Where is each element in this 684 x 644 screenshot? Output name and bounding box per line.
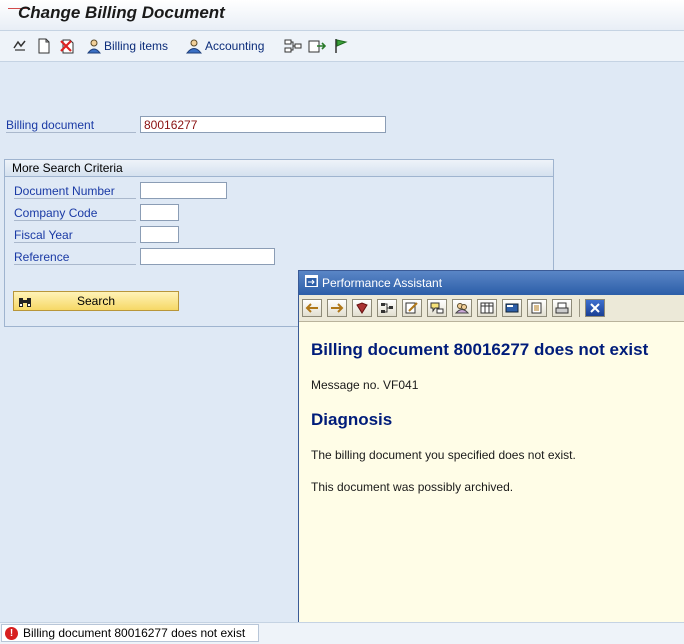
close-icon[interactable] [585, 299, 605, 317]
diagnosis-text-2: This document was possibly archived. [311, 480, 514, 494]
reference-input[interactable] [140, 248, 275, 265]
users-icon[interactable] [452, 299, 472, 317]
status-bar: ! Billing document 80016277 does not exi… [0, 622, 684, 644]
page-title: Change Billing Document [18, 3, 225, 22]
accounting-label: Accounting [205, 39, 265, 53]
toolbar-separator [579, 299, 580, 317]
billing-document-input[interactable] [140, 116, 386, 133]
release-to-accounting-icon[interactable] [308, 37, 326, 55]
billing-items-button[interactable]: Billing items [86, 37, 168, 55]
edit-pencil-icon[interactable] [402, 299, 422, 317]
document-flow-icon[interactable] [284, 37, 302, 55]
print-icon[interactable] [552, 299, 572, 317]
accounting-button[interactable]: Accounting [185, 37, 264, 55]
table-icon[interactable] [477, 299, 497, 317]
person-icon [185, 39, 203, 54]
display-change-icon[interactable] [12, 37, 28, 55]
search-button-label: Search [76, 294, 116, 308]
application-toolbar: Billing items Accounting [0, 31, 684, 62]
title-bar: Change Billing Document [0, 0, 684, 31]
settings-document-icon[interactable] [527, 299, 547, 317]
create-document-icon[interactable] [37, 37, 51, 55]
diagnosis-text-1: The billing document you specified does … [311, 448, 576, 462]
layout-icon[interactable] [502, 299, 522, 317]
assistant-window-icon [305, 271, 318, 295]
document-number-input[interactable] [140, 182, 227, 199]
forward-arrow-icon[interactable] [327, 299, 347, 317]
document-number-label: Document Number [14, 184, 136, 199]
billing-items-label: Billing items [104, 39, 169, 53]
billing-document-label: Billing document [6, 118, 136, 133]
assistant-body: Billing document 80016277 does not exist… [299, 340, 684, 494]
group-title: More Search Criteria [5, 160, 553, 177]
message-number: Message no. VF041 [311, 378, 419, 392]
technical-info-icon[interactable] [427, 299, 447, 317]
assistant-heading: Billing document 80016277 does not exist [311, 340, 649, 359]
assistant-toolbar [299, 295, 684, 322]
fiscal-year-input[interactable] [140, 226, 179, 243]
person-icon [86, 39, 102, 54]
binoculars-icon [18, 295, 32, 313]
performance-assistant-titlebar[interactable]: Performance Assistant [299, 271, 684, 295]
error-icon: ! [5, 626, 18, 640]
hierarchy-icon[interactable] [377, 299, 397, 317]
book-icon[interactable] [352, 299, 372, 317]
performance-assistant-window: Performance Assistant Billing document 8… [298, 270, 684, 643]
fiscal-year-label: Fiscal Year [14, 228, 136, 243]
diagnosis-heading: Diagnosis [311, 410, 393, 429]
company-code-label: Company Code [14, 206, 136, 221]
reference-label: Reference [14, 250, 136, 265]
flag-icon[interactable] [333, 37, 349, 55]
status-message[interactable]: ! Billing document 80016277 does not exi… [1, 624, 259, 642]
assistant-title: Performance Assistant [322, 276, 443, 290]
status-message-text: Billing document 80016277 does not exist [23, 626, 246, 640]
cancel-document-icon[interactable] [60, 37, 78, 55]
back-arrow-icon[interactable] [302, 299, 322, 317]
search-button[interactable]: Search [13, 291, 179, 311]
company-code-input[interactable] [140, 204, 179, 221]
